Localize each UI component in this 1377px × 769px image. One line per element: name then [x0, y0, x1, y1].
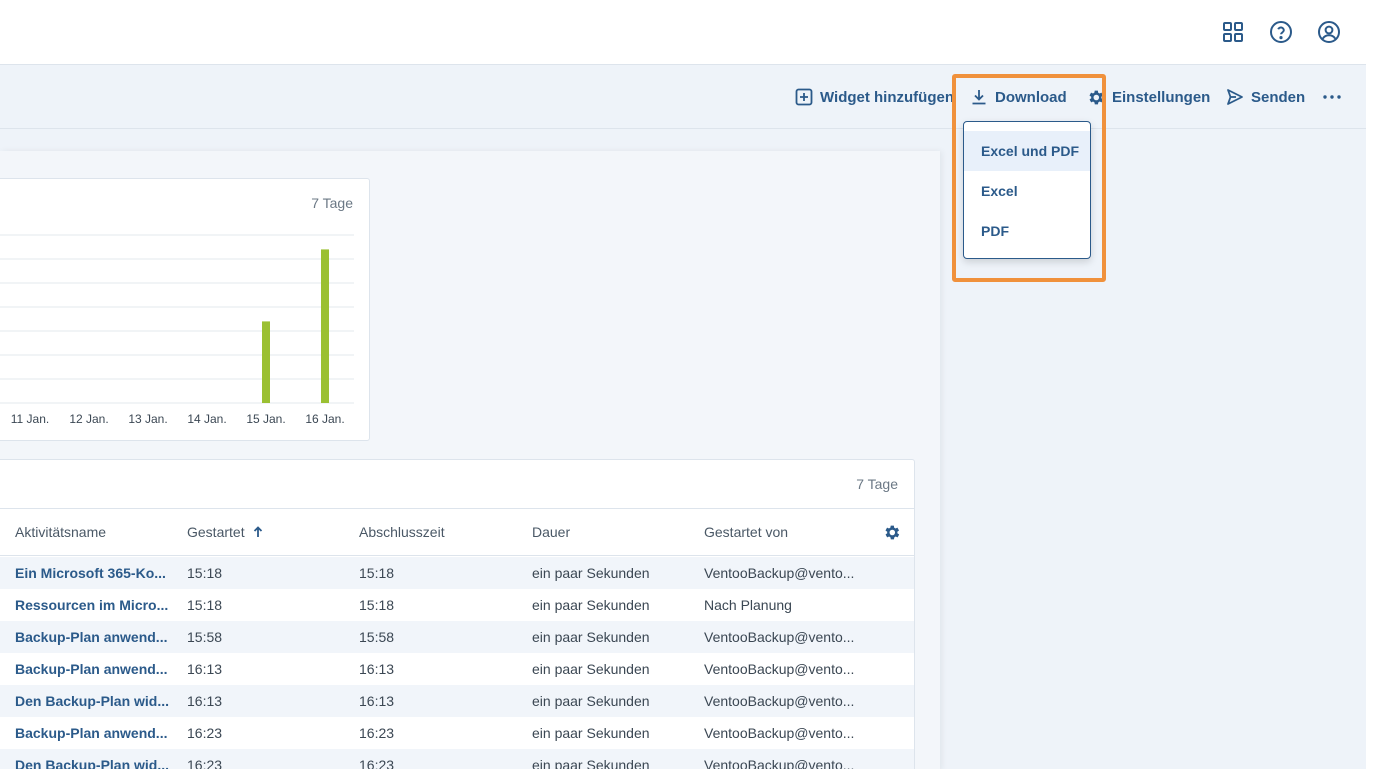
duration-cell: ein paar Sekunden: [532, 565, 650, 581]
started-cell: 15:18: [187, 565, 223, 581]
activity-name-cell[interactable]: Ressourcen im Micro...: [15, 597, 173, 613]
started-cell: 16:23: [187, 725, 223, 741]
started-cell: 16:13: [187, 661, 223, 677]
table-row[interactable]: Backup-Plan anwend... 16:13 16:13 ein pa…: [0, 653, 914, 685]
duration-cell: ein paar Sekunden: [532, 661, 650, 677]
send-icon: [1227, 89, 1243, 105]
sort-ascending-icon: [253, 526, 262, 537]
activities-bar-chart: 11 Jan. 12 Jan. 13 Jan. 14 Jan. 15 Jan. 16 Ja…: [0, 234, 354, 426]
send-button[interactable]: Senden: [1226, 86, 1305, 108]
started-by-cell: VentooBackup@vento...: [704, 565, 855, 581]
column-header-started-by[interactable]: Gestartet von: [704, 524, 788, 540]
table-period-label: 7 Tage: [856, 476, 898, 492]
column-header-duration[interactable]: Dauer: [532, 524, 570, 540]
started-by-cell: Nach Planung: [704, 597, 792, 613]
table-row[interactable]: Backup-Plan anwend... 16:23 16:23 ein pa…: [0, 717, 914, 749]
table-row[interactable]: Ein Microsoft 365-Ko... 15:18 15:18 ein …: [0, 557, 914, 589]
column-header-activity-name[interactable]: Aktivitätsname: [15, 524, 106, 540]
started-cell: 15:58: [187, 629, 223, 645]
chart-x-tick-label: 12 Jan.: [69, 412, 108, 426]
chart-x-tick-label: 13 Jan.: [128, 412, 167, 426]
add-widget-button[interactable]: Widget hinzufügen: [795, 86, 954, 108]
started-by-cell: VentooBackup@vento...: [704, 629, 855, 645]
column-header-started[interactable]: Gestartet: [187, 524, 263, 540]
end-time-cell: 15:18: [359, 597, 395, 613]
column-header-started-label: Gestartet: [187, 524, 245, 540]
table-header: Aktivitätsname Gestartet Abschlusszeit D…: [0, 508, 914, 556]
activities-table-widget: 7 Tage Aktivitätsname Gestartet Abschlus…: [0, 459, 915, 769]
settings-button[interactable]: Einstellungen: [1086, 86, 1210, 108]
user-account-icon[interactable]: [1316, 19, 1342, 45]
started-cell: 16:23: [187, 757, 223, 769]
activity-name-cell[interactable]: Backup-Plan anwend...: [15, 629, 173, 645]
chart-x-tick-label: 14 Jan.: [187, 412, 226, 426]
column-settings-icon[interactable]: [882, 523, 901, 547]
chart-x-tick-label: 11 Jan.: [11, 412, 49, 426]
activity-name-cell[interactable]: Backup-Plan anwend...: [15, 725, 173, 741]
started-cell: 16:13: [187, 693, 223, 709]
duration-cell: ein paar Sekunden: [532, 597, 650, 613]
download-label: Download: [995, 88, 1067, 106]
dashboard-toolbar: Widget hinzufügen Download Einstellungen…: [0, 65, 1366, 129]
end-time-cell: 16:13: [359, 693, 395, 709]
chart-x-tick-label: 15 Jan.: [246, 412, 285, 426]
table-row[interactable]: Den Backup-Plan wid... 16:23 16:23 ein p…: [0, 749, 914, 769]
page-edge: [1366, 0, 1377, 769]
gear-icon: [1089, 90, 1104, 104]
end-time-cell: 16:23: [359, 725, 395, 741]
duration-cell: ein paar Sekunden: [532, 629, 650, 645]
download-menu: Excel und PDF Excel PDF: [963, 121, 1091, 259]
menu-item-excel-and-pdf[interactable]: Excel und PDF: [964, 131, 1090, 171]
plus-square-icon: [795, 88, 813, 106]
add-widget-label: Widget hinzufügen: [820, 88, 955, 106]
started-by-cell: VentooBackup@vento...: [704, 725, 855, 741]
end-time-cell: 15:18: [359, 565, 395, 581]
chart-bar[interactable]: [262, 321, 270, 403]
end-time-cell: 16:23: [359, 757, 395, 769]
download-icon: [972, 90, 986, 105]
download-button[interactable]: Download: [970, 86, 1067, 108]
started-cell: 15:18: [187, 597, 223, 613]
duration-cell: ein paar Sekunden: [532, 693, 650, 709]
started-by-cell: VentooBackup@vento...: [704, 693, 855, 709]
apps-grid-icon[interactable]: [1220, 19, 1246, 45]
duration-cell: ein paar Sekunden: [532, 725, 650, 741]
activity-name-cell[interactable]: Den Backup-Plan wid...: [15, 693, 173, 709]
started-by-cell: VentooBackup@vento...: [704, 661, 855, 677]
table-row[interactable]: Ressourcen im Micro... 15:18 15:18 ein p…: [0, 589, 914, 621]
menu-item-excel[interactable]: Excel: [964, 171, 1090, 211]
help-icon[interactable]: [1268, 19, 1294, 45]
more-button[interactable]: [1322, 86, 1342, 108]
activity-name-cell[interactable]: Ein Microsoft 365-Ko...: [15, 565, 173, 581]
top-bar: [0, 0, 1366, 65]
table-row[interactable]: Backup-Plan anwend... 15:58 15:58 ein pa…: [0, 621, 914, 653]
duration-cell: ein paar Sekunden: [532, 757, 650, 769]
activities-chart-widget: 7 Tage 11 Jan. 12 Jan. 13 Jan. 14 Jan. 15 Ja…: [0, 178, 370, 441]
more-icon: [1323, 95, 1341, 99]
chart-x-tick-label: 16 Jan.: [305, 412, 344, 426]
column-header-end-time[interactable]: Abschlusszeit: [359, 524, 445, 540]
table-row[interactable]: Den Backup-Plan wid... 16:13 16:13 ein p…: [0, 685, 914, 717]
end-time-cell: 16:13: [359, 661, 395, 677]
chart-bar[interactable]: [321, 249, 329, 403]
end-time-cell: 15:58: [359, 629, 395, 645]
activity-name-cell[interactable]: Den Backup-Plan wid...: [15, 757, 173, 769]
menu-item-pdf[interactable]: PDF: [964, 211, 1090, 251]
settings-label: Einstellungen: [1112, 88, 1211, 106]
send-label: Senden: [1251, 88, 1306, 106]
activity-name-cell[interactable]: Backup-Plan anwend...: [15, 661, 173, 677]
started-by-cell: VentooBackup@vento...: [704, 757, 855, 769]
